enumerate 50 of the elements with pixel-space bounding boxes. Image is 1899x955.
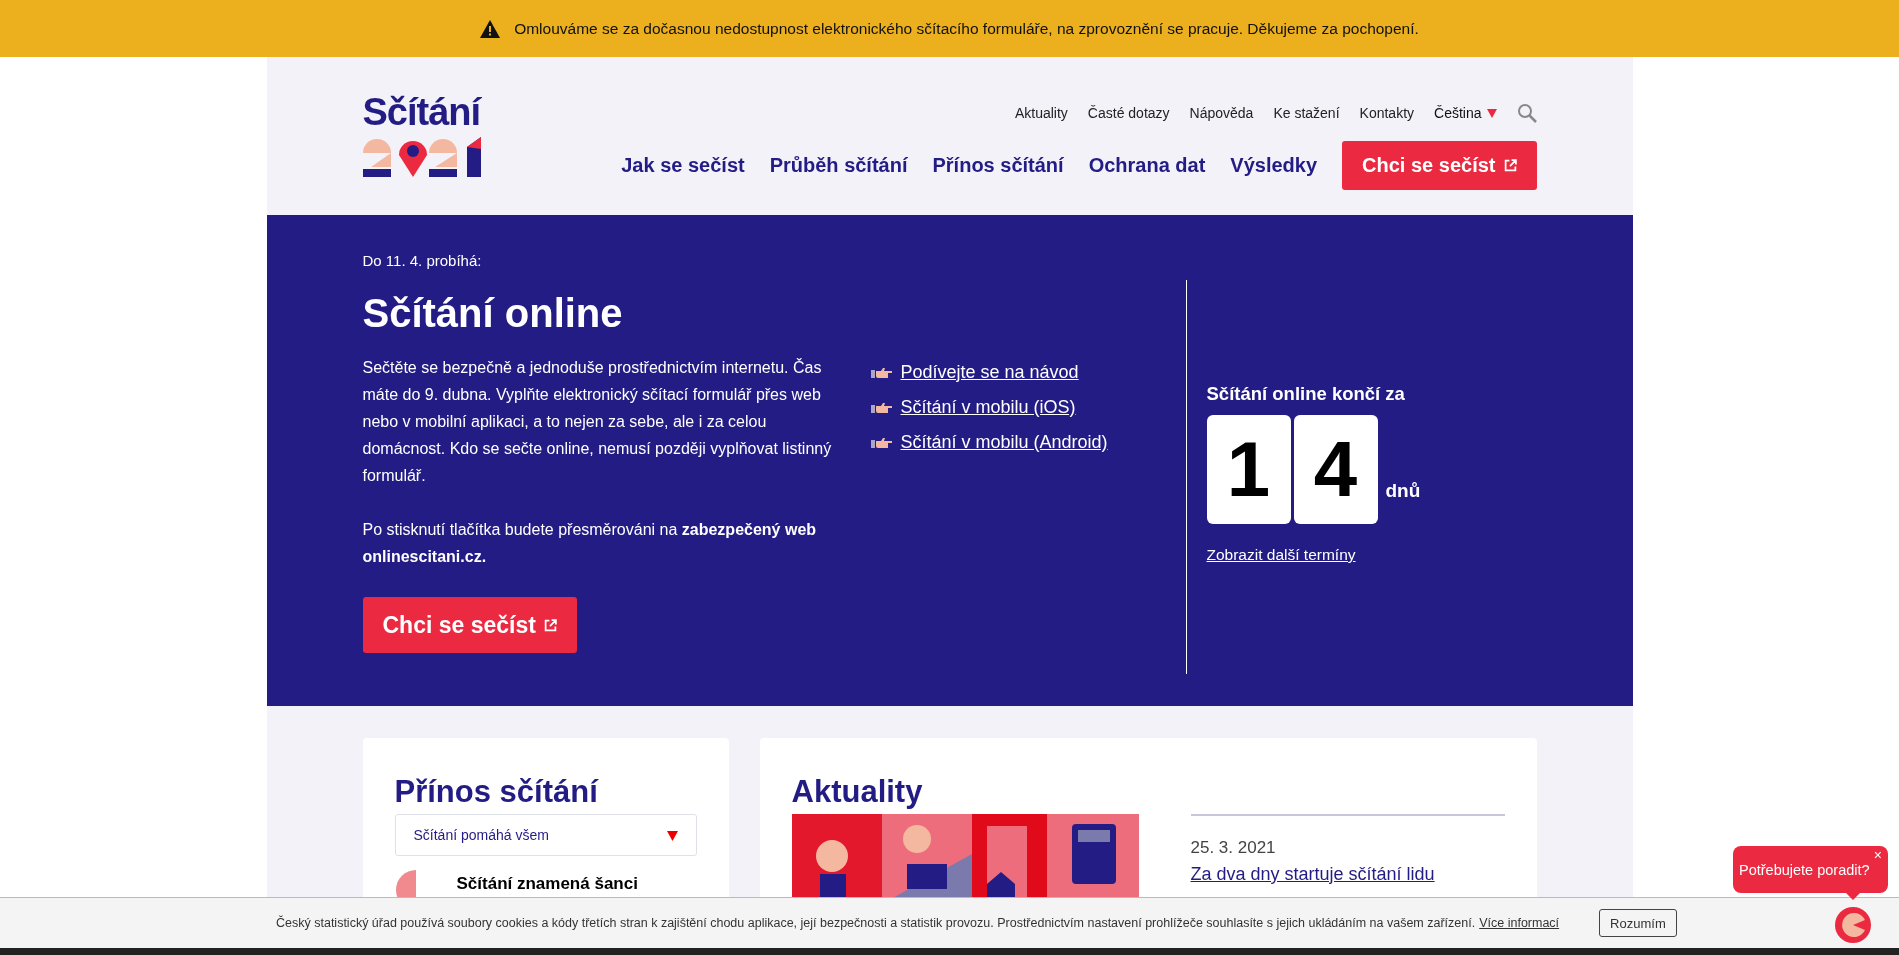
cookie-text: Český statistický úřad používá soubory cookies a kódy třetích stran k zajištění chodu aplikace, její bezpečnosti a statistik provozu. Prostřednictvím nastavení prohlížeče souhlasíte s jejich ukládáním na vašem zařízení. [276,916,1476,930]
chat-launcher-icon[interactable] [1835,907,1871,943]
main-nav-link[interactable]: Průběh sčítání [769,153,908,177]
hero-link[interactable]: Sčítání v mobilu (iOS) [900,397,1076,418]
pointing-hand-icon [870,401,893,414]
caret-icon [1486,107,1497,118]
main-nav-link[interactable]: Přínos sčítání [932,153,1064,177]
countdown-digit: 1 [1206,415,1291,524]
countdown-title: Sčítání online končí za [1206,383,1406,405]
top-nav-link[interactable]: Kontakty [1359,104,1415,121]
external-link-icon [1503,158,1517,172]
main-nav-link[interactable]: Ochrana dat [1088,153,1206,177]
hero-button[interactable]: Chci se sečíst [362,597,577,653]
caret-icon [666,829,678,841]
topic-select[interactable]: Sčítání pomáhá všem [394,814,697,856]
news-link[interactable]: Za dva dny startuje sčítání lidu [1190,864,1435,885]
top-nav-link[interactable]: Aktuality [1014,104,1068,121]
logo-text[interactable]: Sčítání [362,93,483,131]
more-dates-link[interactable]: Zobrazit další termíny [1206,546,1356,564]
countdown-digit: 4 [1293,415,1378,524]
cookie-info-link[interactable]: Více informací [1479,916,1560,930]
hero-eyebrow: Do 11. 4. probíhá: [362,252,483,269]
top-nav-link[interactable]: Nápověda [1189,104,1254,121]
top-nav-link[interactable]: Časté dotazy [1087,104,1170,121]
cta-button[interactable]: Chci se sečíst [1342,140,1537,190]
card-title: Aktuality [791,774,924,810]
benefit-title: Sčítání znamená šanci [456,874,638,894]
language-selector[interactable]: Čeština [1434,104,1497,121]
main-nav-link[interactable]: Jak se sečíst [621,153,745,177]
chat-text: Potřebujete poradit? [1739,861,1870,878]
accept-cookies-button[interactable]: Rozumím [1599,909,1677,937]
pointing-hand-icon [870,436,893,449]
hero-title: Sčítání online [362,291,624,336]
external-link-icon [543,618,557,632]
bubble-tail [1846,893,1860,900]
pointing-hand-icon [870,366,893,379]
hero-link[interactable]: Podívejte se na návod [900,362,1079,383]
hero-paragraph: Sečtěte se bezpečně a jednoduše prostřednictvím internetu. Čas máte do 9. dubna. Vyplňte elektronický sčítací formulář přes web nebo v mobilní aplikaci, a to nejen za sebe, ale i za celou domácnost. Kdo se sečte online, nemusí později vyplňovat listinný formulář. [362,357,833,486]
alert-text: Omlouváme se za dočasnou nedostupnost elektronického sčítacího formuláře, na zprovoznění se pracuje. Děkujeme za pochopení. [514,19,1419,38]
news-date: 25. 3. 2021 [1190,838,1277,858]
main-nav-link[interactable]: Výsledky [1230,153,1318,177]
chat-bubble[interactable]: Potřebujete poradit? × [1733,846,1888,893]
card-title: Přínos sčítání [394,774,600,810]
search-icon[interactable] [1516,102,1537,123]
top-nav-link[interactable]: Ke stažení [1273,104,1340,121]
countdown-unit: dnů [1385,480,1421,502]
close-button[interactable]: × [1873,847,1882,863]
hero-link[interactable]: Sčítání v mobilu (Android) [900,432,1108,453]
hero-paragraph: Po stisknutí tlačítka budete přesměrováni na zabezpečený web onlinescitani.cz. [362,520,818,567]
warning-icon [480,19,501,38]
